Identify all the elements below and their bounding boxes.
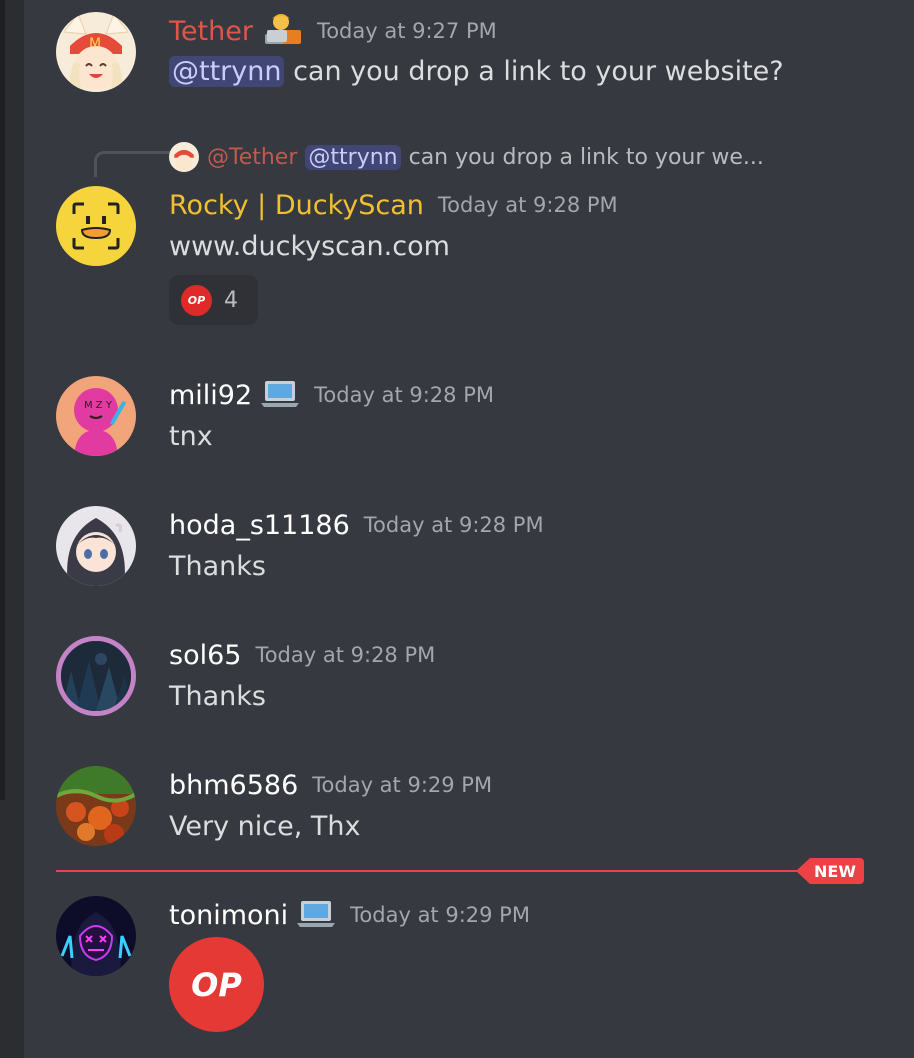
timestamp: Today at 9:29 PM bbox=[312, 773, 493, 797]
message-header: mili92 Today at 9:28 PM bbox=[169, 378, 494, 412]
username[interactable]: sol65 bbox=[169, 640, 241, 671]
username[interactable]: Tether bbox=[169, 16, 253, 47]
neon-mask-avatar-icon bbox=[56, 896, 136, 976]
timestamp: Today at 9:28 PM bbox=[437, 193, 618, 217]
message-header: Rocky | DuckyScan Today at 9:28 PM bbox=[169, 188, 618, 222]
message-text: www.duckyscan.com bbox=[169, 231, 450, 262]
message-text: Thanks bbox=[169, 681, 266, 712]
laptop-emoji-icon bbox=[260, 377, 300, 413]
new-messages-badge: NEW bbox=[796, 858, 864, 884]
username[interactable]: Rocky | DuckyScan bbox=[169, 190, 424, 221]
dark-forest-avatar-icon bbox=[61, 641, 131, 711]
message-text: tnx bbox=[169, 421, 213, 452]
reply-connector bbox=[94, 151, 170, 177]
message-text: Very nice, Thx bbox=[169, 811, 361, 842]
message-text: Thanks bbox=[169, 551, 266, 582]
timestamp: Today at 9:29 PM bbox=[350, 903, 530, 927]
pink-character-avatar-icon: M Z Y bbox=[56, 376, 136, 456]
anime-girl-avatar-icon: M bbox=[56, 12, 136, 92]
username[interactable]: bhm6586 bbox=[169, 770, 298, 801]
scroll-edge bbox=[0, 0, 5, 800]
timestamp: Today at 9:27 PM bbox=[316, 19, 497, 43]
reply-username[interactable]: @Tether bbox=[207, 145, 297, 170]
message-header: tonimoni Today at 9:29 PM bbox=[169, 898, 530, 932]
avatar-mili92[interactable]: M Z Y bbox=[56, 376, 136, 456]
avatar-tonimoni[interactable] bbox=[56, 896, 136, 976]
anime-girl-avatar-icon bbox=[56, 506, 136, 586]
reaction-op[interactable]: OP 4 bbox=[169, 275, 258, 325]
username[interactable]: mili92 bbox=[169, 380, 252, 411]
anime-girl-avatar-icon bbox=[169, 142, 199, 172]
timestamp: Today at 9:28 PM bbox=[314, 383, 494, 407]
message-text: @ttrynn can you drop a link to your webs… bbox=[169, 56, 784, 87]
chat-messages: M Tether Today at 9:27 PM @ttrynn can yo… bbox=[24, 0, 914, 1058]
svg-text:M Z Y: M Z Y bbox=[84, 400, 113, 411]
message-header: sol65 Today at 9:28 PM bbox=[169, 638, 435, 672]
technologist-emoji-icon bbox=[261, 12, 303, 50]
user-mention[interactable]: @ttrynn bbox=[169, 56, 285, 87]
avatar-bhm6586[interactable] bbox=[56, 766, 136, 846]
painting-avatar-icon bbox=[56, 766, 136, 846]
message-header: Tether Today at 9:27 PM bbox=[169, 14, 497, 48]
reply-mention[interactable]: @ttrynn bbox=[305, 144, 401, 170]
message-body: can you drop a link to your website? bbox=[293, 56, 784, 87]
duck-scan-avatar-icon bbox=[56, 186, 136, 266]
message-header: bhm6586 Today at 9:29 PM bbox=[169, 768, 492, 802]
left-gutter bbox=[0, 0, 24, 1058]
new-messages-divider bbox=[56, 870, 834, 872]
laptop-emoji-icon bbox=[296, 897, 336, 933]
timestamp: Today at 9:28 PM bbox=[363, 513, 544, 537]
username[interactable]: tonimoni bbox=[169, 900, 288, 931]
reaction-count: 4 bbox=[224, 287, 238, 313]
avatar-hoda[interactable] bbox=[56, 506, 136, 586]
op-big-emoji-icon[interactable]: OP bbox=[169, 937, 264, 1032]
username[interactable]: hoda_s11186 bbox=[169, 510, 350, 541]
reply-avatar bbox=[169, 142, 199, 172]
op-emoji-icon: OP bbox=[181, 284, 212, 316]
reply-text: can you drop a link to your we... bbox=[408, 144, 764, 170]
avatar-tether[interactable]: M bbox=[56, 12, 136, 92]
avatar-sol65[interactable] bbox=[56, 636, 136, 716]
avatar-rocky[interactable] bbox=[56, 186, 136, 266]
timestamp: Today at 9:28 PM bbox=[255, 643, 436, 667]
message-header: hoda_s11186 Today at 9:28 PM bbox=[169, 508, 544, 542]
reply-preview[interactable]: @Tether @ttrynn can you drop a link to y… bbox=[169, 140, 764, 174]
